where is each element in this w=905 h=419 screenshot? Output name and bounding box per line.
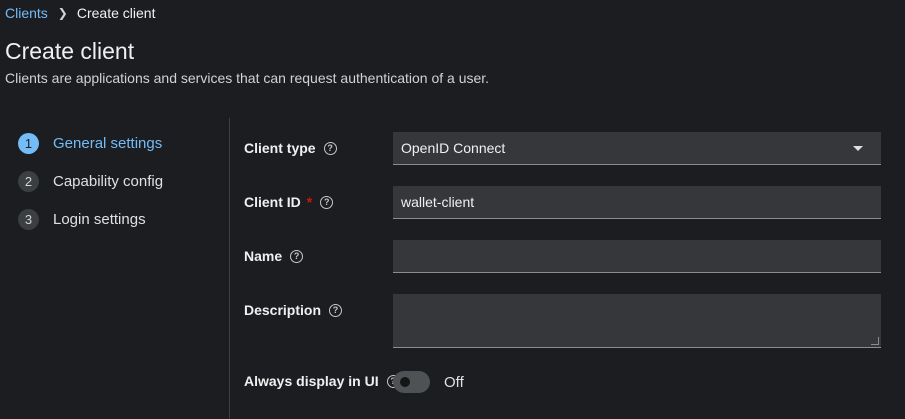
chevron-right-icon: ❯ bbox=[57, 6, 68, 20]
breadcrumb: Clients ❯ Create client bbox=[5, 5, 155, 21]
breadcrumb-current: Create client bbox=[76, 5, 156, 21]
help-icon[interactable]: ? bbox=[290, 249, 304, 263]
name-row: Name ? bbox=[244, 248, 304, 264]
step-label: General settings bbox=[53, 134, 163, 152]
name-input[interactable] bbox=[393, 240, 881, 273]
description-label: Description ? bbox=[244, 302, 343, 318]
wizard-nav: 1 General settings 2 Capability config 3… bbox=[18, 132, 163, 246]
step-label: Login settings bbox=[53, 210, 146, 228]
always-display-row: Always display in UI ? bbox=[244, 373, 400, 389]
name-label-text: Name bbox=[244, 248, 283, 264]
page-title: Create client bbox=[5, 38, 135, 64]
wizard-divider bbox=[229, 118, 230, 419]
client-id-label: Client ID * ? bbox=[244, 194, 334, 210]
step-number-badge: 2 bbox=[18, 170, 39, 192]
wizard-step-login-settings[interactable]: 3 Login settings bbox=[18, 208, 163, 230]
help-icon[interactable]: ? bbox=[320, 195, 334, 209]
toggle-knob bbox=[400, 377, 410, 387]
always-display-label: Always display in UI ? bbox=[244, 373, 400, 389]
client-type-label: Client type ? bbox=[244, 140, 337, 156]
description-textarea[interactable] bbox=[393, 294, 881, 348]
page-description: Clients are applications and services th… bbox=[5, 70, 490, 86]
help-icon[interactable]: ? bbox=[323, 141, 337, 155]
wizard-step-capability-config[interactable]: 2 Capability config bbox=[18, 170, 163, 192]
toggle-state-label: Off bbox=[444, 373, 464, 391]
always-display-toggle-wrap: Off bbox=[393, 371, 464, 393]
step-number-badge: 1 bbox=[18, 132, 39, 154]
always-display-label-text: Always display in UI bbox=[244, 373, 379, 389]
client-type-label-text: Client type bbox=[244, 140, 316, 156]
step-label: Capability config bbox=[53, 172, 164, 190]
help-icon[interactable]: ? bbox=[329, 303, 343, 317]
client-type-value: OpenID Connect bbox=[401, 140, 506, 156]
wizard-step-general-settings[interactable]: 1 General settings bbox=[18, 132, 163, 154]
caret-down-icon bbox=[853, 145, 863, 151]
description-row: Description ? bbox=[244, 302, 343, 318]
required-asterisk: * bbox=[306, 194, 313, 210]
client-type-select[interactable]: OpenID Connect bbox=[393, 132, 881, 165]
client-id-row: Client ID * ? bbox=[244, 194, 334, 210]
client-id-label-text: Client ID bbox=[244, 194, 301, 210]
client-id-input[interactable]: wallet-client bbox=[393, 186, 881, 219]
description-label-text: Description bbox=[244, 302, 322, 318]
always-display-toggle[interactable] bbox=[393, 371, 430, 393]
name-label: Name ? bbox=[244, 248, 304, 264]
client-id-value: wallet-client bbox=[401, 194, 475, 210]
client-type-row: Client type ? bbox=[244, 140, 337, 156]
resize-handle[interactable] bbox=[871, 337, 879, 345]
breadcrumb-clients-link[interactable]: Clients bbox=[5, 5, 48, 21]
step-number-badge: 3 bbox=[18, 208, 39, 230]
